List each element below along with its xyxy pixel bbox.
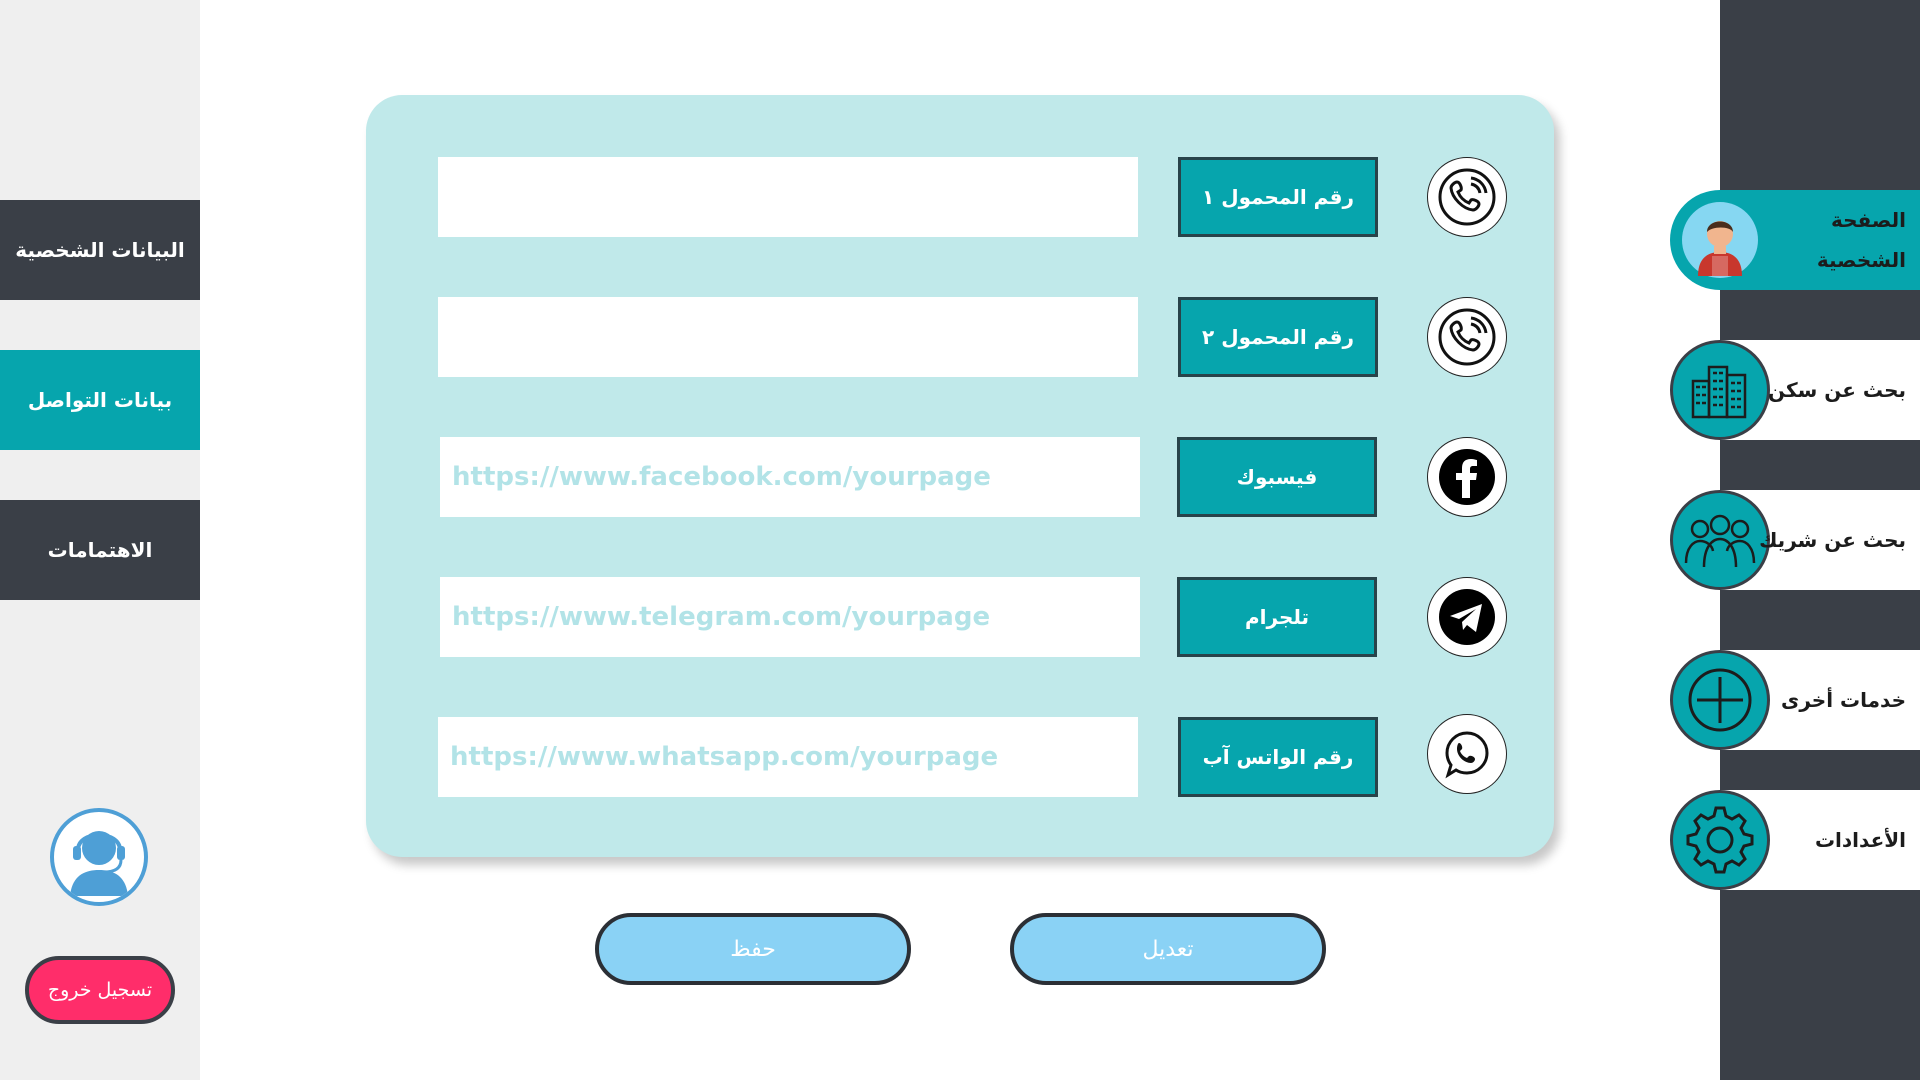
nav-label: بحث عن شريك [1759, 528, 1906, 552]
tab-label: بيانات التواصل [27, 388, 173, 412]
phone-icon [1427, 297, 1507, 377]
whatsapp-input[interactable] [438, 717, 1138, 797]
nav-profile[interactable]: الصفحة الشخصية [1670, 190, 1920, 290]
tab-contact-data[interactable]: بيانات التواصل [0, 350, 200, 450]
mobile-2-input[interactable] [438, 297, 1138, 377]
mobile-1-label: رقم المحمول ١ [1178, 157, 1378, 237]
tab-interests[interactable]: الاهتمامات [0, 500, 200, 600]
tab-label: الاهتمامات [47, 538, 153, 562]
plus-circle-icon [1670, 650, 1770, 750]
tab-label: البيانات الشخصية [15, 238, 185, 262]
tab-personal-data[interactable]: البيانات الشخصية [0, 200, 200, 300]
phone-icon [1427, 157, 1507, 237]
nav-housing-search[interactable]: بحث عن سكن [1670, 340, 1920, 440]
edit-button[interactable]: تعديل [1010, 913, 1326, 985]
nav-partner-search[interactable]: بحث عن شريك [1670, 490, 1920, 590]
save-button[interactable]: حفظ [595, 913, 911, 985]
people-group-icon [1670, 490, 1770, 590]
nav-settings[interactable]: الأعدادات [1670, 790, 1920, 890]
whatsapp-label: رقم الواتس آب [1178, 717, 1378, 797]
mobile-1-input[interactable] [438, 157, 1138, 237]
facebook-label: فيسبوك [1177, 437, 1377, 517]
mobile-2-label: رقم المحمول ٢ [1178, 297, 1378, 377]
gear-icon [1670, 790, 1770, 890]
telegram-label: تلجرام [1177, 577, 1377, 657]
telegram-icon [1427, 577, 1507, 657]
logout-label: تسجيل خروج [47, 979, 153, 1001]
whatsapp-icon [1427, 714, 1507, 794]
nav-label: بحث عن سكن [1768, 378, 1906, 402]
user-avatar-icon [1670, 190, 1770, 290]
nav-label: خدمات أخرى [1781, 688, 1906, 712]
nav-other-services[interactable]: خدمات أخرى [1670, 650, 1920, 750]
telegram-input[interactable] [440, 577, 1140, 657]
nav-label: الصفحة الشخصية [1816, 208, 1906, 272]
support-agent-icon[interactable] [50, 808, 148, 906]
facebook-icon [1427, 437, 1507, 517]
facebook-input[interactable] [440, 437, 1140, 517]
buildings-icon [1670, 340, 1770, 440]
nav-label: الأعدادات [1814, 828, 1906, 852]
logout-button[interactable]: تسجيل خروج [25, 956, 175, 1024]
